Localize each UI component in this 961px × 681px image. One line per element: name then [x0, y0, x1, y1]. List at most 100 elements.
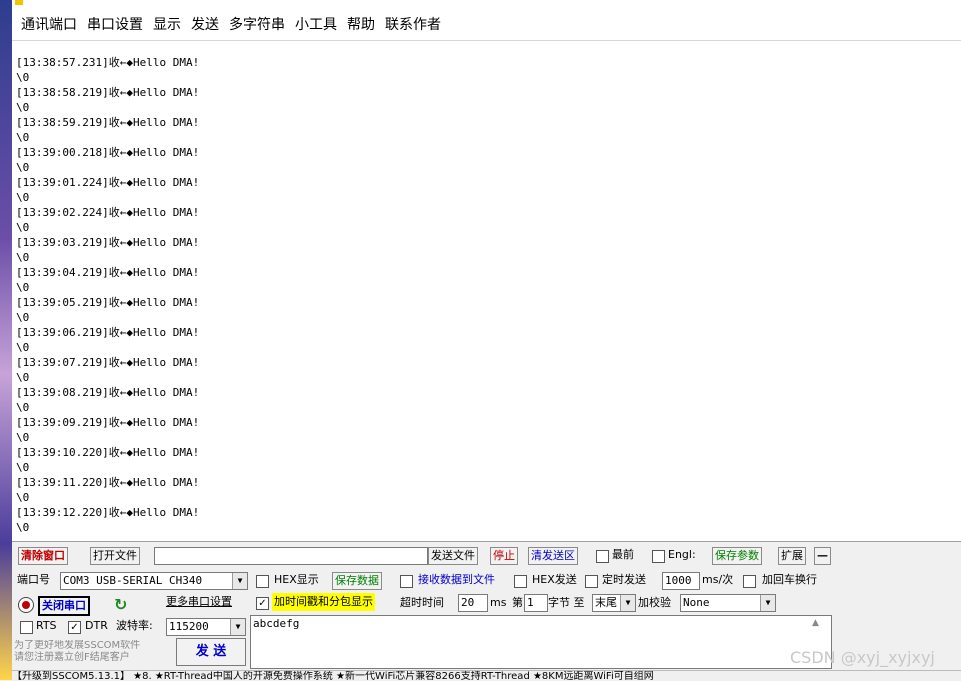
promo-line: 请您注册嘉立创F结尾客户: [14, 652, 130, 663]
watermark: CSDN @xyj_xyjxyj: [790, 648, 935, 667]
timed-send-label: 定时发送: [602, 573, 646, 586]
checksum-label: 加校验: [638, 596, 671, 609]
log-line: [13:39:08.219]收←◆Hello DMA!: [16, 386, 200, 399]
log-line: [13:38:57.231]收←◆Hello DMA!: [16, 56, 200, 69]
save-data-button[interactable]: 保存数据: [332, 572, 382, 590]
recv-to-file-label[interactable]: 接收数据到文件: [418, 571, 508, 589]
log-line: \0: [16, 131, 30, 144]
log-line: [13:38:58.219]收←◆Hello DMA!: [16, 86, 200, 99]
rts-checkbox[interactable]: [20, 621, 33, 634]
timestamp-label: 加时间戳和分包显示: [272, 593, 375, 611]
port-label: 端口号: [17, 573, 50, 586]
chevron-down-icon[interactable]: ▼: [620, 595, 635, 611]
menu-send[interactable]: 发送: [191, 14, 219, 34]
log-line: [13:39:11.220]收←◆Hello DMA!: [16, 476, 200, 489]
log-line: \0: [16, 341, 30, 354]
desktop-background-strip: [0, 0, 12, 680]
log-line: [13:39:12.220]收←◆Hello DMA!: [16, 506, 200, 519]
timeout-input[interactable]: 20: [458, 594, 488, 612]
port-select[interactable]: COM3 USB-SERIAL CH340 ▼: [60, 572, 248, 590]
top-most-checkbox[interactable]: [596, 550, 609, 563]
add-crlf-checkbox[interactable]: [743, 575, 756, 588]
send-button[interactable]: 发 送: [176, 638, 246, 666]
nth-input[interactable]: 1: [524, 594, 548, 612]
menu-serial-settings[interactable]: 串口设置: [87, 14, 143, 34]
log-line: \0: [16, 161, 30, 174]
log-line: \0: [16, 101, 30, 114]
hex-display-label: HEX显示: [274, 573, 319, 586]
promo-line: 为了更好地发展SSCOM软件: [14, 640, 141, 651]
log-line: \0: [16, 491, 30, 504]
baud-select[interactable]: 115200 ▼: [166, 618, 246, 636]
menu-contact-author[interactable]: 联系作者: [385, 14, 441, 34]
log-line: \0: [16, 281, 30, 294]
log-line: [13:38:59.219]收←◆Hello DMA!: [16, 116, 200, 129]
menu-display[interactable]: 显示: [153, 14, 181, 34]
log-line: [13:39:00.218]收←◆Hello DMA!: [16, 146, 200, 159]
menu-comm-port[interactable]: 通讯端口: [21, 14, 77, 34]
log-line: \0: [16, 191, 30, 204]
log-line: [13:39:06.219]收←◆Hello DMA!: [16, 326, 200, 339]
log-line: [13:39:01.224]收←◆Hello DMA!: [16, 176, 200, 189]
hex-send-label: HEX发送: [532, 573, 577, 586]
open-file-button[interactable]: 打开文件: [90, 547, 140, 565]
log-line: \0: [16, 251, 30, 264]
checksum-select[interactable]: None ▼: [680, 594, 776, 612]
english-label: Engl:: [668, 548, 696, 561]
send-file-button[interactable]: 发送文件: [428, 547, 478, 565]
receive-log: [13:38:57.231]收←◆Hello DMA! \0 [13:38:58.2…: [16, 55, 199, 535]
timeout-label: 超时时间: [400, 596, 444, 609]
clear-send-button[interactable]: 清发送区: [528, 547, 578, 565]
log-line: \0: [16, 71, 30, 84]
send-text-input[interactable]: abcdefg: [250, 615, 832, 669]
close-port-button[interactable]: 关闭串口: [38, 596, 90, 616]
chevron-down-icon[interactable]: ▼: [230, 619, 245, 635]
clear-window-button[interactable]: 清除窗口: [18, 547, 68, 565]
end-select[interactable]: 末尾 ▼: [592, 594, 636, 612]
timestamp-checkbox[interactable]: ✓: [256, 597, 269, 610]
refresh-icon[interactable]: ↻: [114, 595, 127, 614]
end-value: 末尾: [595, 596, 617, 609]
log-line: \0: [16, 401, 30, 414]
chevron-down-icon[interactable]: ▼: [760, 595, 775, 611]
promo-text[interactable]: 为了更好地发展SSCOM软件 请您注册嘉立创F结尾客户: [14, 640, 172, 664]
app-icon: [15, 0, 23, 5]
expand-button[interactable]: 扩展: [778, 547, 806, 565]
scroll-up-icon[interactable]: ▲: [812, 618, 819, 628]
menu-multi-string[interactable]: 多字符串: [229, 14, 285, 34]
dtr-label: DTR: [85, 619, 108, 632]
add-crlf-label: 加回车换行: [762, 573, 817, 586]
interval-input[interactable]: 1000: [662, 572, 700, 590]
collapse-button[interactable]: —: [814, 547, 831, 565]
file-path-input[interactable]: [154, 547, 428, 565]
baud-value: 115200: [169, 620, 209, 633]
hex-send-checkbox[interactable]: [514, 575, 527, 588]
english-checkbox[interactable]: [652, 550, 665, 563]
timed-send-checkbox[interactable]: [585, 575, 598, 588]
more-ports-link[interactable]: 更多串口设置: [166, 593, 232, 611]
hex-display-checkbox[interactable]: [256, 575, 269, 588]
interval-unit: ms/次: [702, 573, 734, 586]
log-line: [13:39:07.219]收←◆Hello DMA!: [16, 356, 200, 369]
dtr-checkbox[interactable]: ✓: [68, 621, 81, 634]
log-line: [13:39:05.219]收←◆Hello DMA!: [16, 296, 200, 309]
log-line: \0: [16, 371, 30, 384]
save-params-button[interactable]: 保存参数: [712, 547, 762, 565]
log-line: [13:39:09.219]收←◆Hello DMA!: [16, 416, 200, 429]
chevron-down-icon[interactable]: ▼: [232, 573, 247, 589]
status-bar: 【升级到SSCOM5.13.1】 ★8. ★RT-Thread中国人的开源免费操…: [12, 670, 961, 681]
menu-tools[interactable]: 小工具: [295, 14, 337, 34]
stop-button[interactable]: 停止: [490, 547, 518, 565]
receive-area[interactable]: [13:38:57.231]收←◆Hello DMA! \0 [13:38:58.2…: [12, 40, 961, 541]
log-line: [13:39:02.224]收←◆Hello DMA!: [16, 206, 200, 219]
log-line: [13:39:10.220]收←◆Hello DMA!: [16, 446, 200, 459]
menu-help[interactable]: 帮助: [347, 14, 375, 34]
log-line: [13:39:04.219]收←◆Hello DMA!: [16, 266, 200, 279]
timeout-unit: ms: [490, 596, 507, 609]
byte-label: 字节 至: [548, 596, 585, 609]
recv-to-file-checkbox[interactable]: [400, 575, 413, 588]
port-value: COM3 USB-SERIAL CH340: [63, 574, 203, 587]
log-line: \0: [16, 221, 30, 234]
log-line: \0: [16, 311, 30, 324]
log-line: \0: [16, 431, 30, 444]
